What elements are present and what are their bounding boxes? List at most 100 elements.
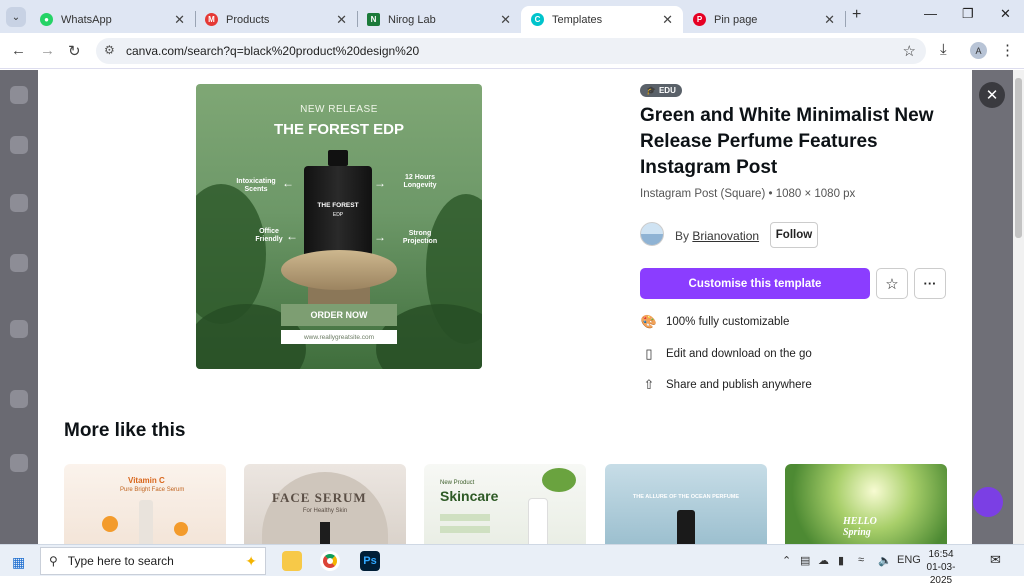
feature-row: ⇧ Share and publish anywhere (640, 377, 812, 393)
back-icon[interactable]: ← (11, 42, 26, 59)
close-tab-icon[interactable]: ✕ (500, 12, 511, 28)
dimmed-sidebar (0, 70, 38, 544)
tab-whatsapp[interactable]: ● WhatsApp ✕ (30, 6, 195, 33)
arrow-right-icon: → (374, 230, 386, 244)
chevron-up-icon[interactable]: ⌃ (782, 554, 791, 567)
star-icon[interactable]: ☆ (876, 268, 908, 299)
more-options-icon[interactable]: ··· (914, 268, 946, 299)
tab-search-button[interactable]: ⌄ (6, 7, 26, 27)
author-line: By Brianovation (675, 229, 760, 243)
tab-nirog-lab[interactable]: N Nirog Lab ✕ (357, 6, 521, 33)
browser-menu-icon[interactable]: ⋮ (1000, 41, 1015, 59)
volume-icon[interactable]: 🔈 (878, 554, 892, 567)
tab-bar: ⌄ ● WhatsApp ✕ M Products ✕ N Nirog Lab … (0, 0, 1024, 33)
reload-icon[interactable]: ↻ (68, 42, 81, 60)
cloud-icon[interactable]: ☁ (818, 554, 829, 567)
tab-pin-page[interactable]: P Pin page ✕ (683, 6, 845, 33)
download-icon[interactable]: ⤓ (940, 41, 947, 58)
tab-title: Templates (552, 13, 603, 26)
more-like-this-heading: More like this (64, 420, 186, 441)
graduation-cap-icon: 🎓 (646, 86, 656, 95)
preview-cta: ORDER NOW (281, 304, 397, 326)
profile-avatar[interactable]: A (970, 42, 987, 59)
feature-row: 🎨 100% fully customizable (640, 314, 790, 329)
bottle-label: THE FOREST (317, 202, 359, 209)
template-thumbnail[interactable]: FACE SERUM For Healthy Skin (244, 464, 406, 544)
arrow-right-icon: → (374, 176, 386, 190)
template-preview-image[interactable]: NEW RELEASE THE FOREST EDP THE FOREST ED… (196, 84, 482, 369)
address-bar[interactable]: ⚙ canva.com/search?q=black%20product%20d… (96, 38, 926, 64)
photoshop-icon[interactable]: Ps (360, 551, 380, 571)
wifi-icon[interactable]: ≈ (858, 554, 864, 566)
forward-icon[interactable]: → (40, 42, 55, 59)
scrollbar-thumb[interactable] (1015, 78, 1022, 238)
template-modal: NEW RELEASE THE FOREST EDP THE FOREST ED… (38, 70, 972, 544)
close-window-button[interactable]: ✕ (1000, 6, 1011, 22)
preview-kicker: NEW RELEASE (300, 104, 378, 115)
template-title: Green and White Minimalist New Release P… (640, 105, 934, 178)
preview-title: THE FOREST EDP (273, 121, 404, 138)
close-tab-icon[interactable]: ✕ (824, 12, 835, 28)
page-backdrop: NEW RELEASE THE FOREST EDP THE FOREST ED… (0, 70, 1024, 544)
file-explorer-icon[interactable] (282, 551, 302, 571)
podium (281, 250, 397, 290)
close-tab-icon[interactable]: ✕ (662, 12, 673, 28)
new-tab-button[interactable]: + (852, 6, 861, 24)
template-thumbnail[interactable]: Vitamin C Pure Bright Face Serum (64, 464, 226, 544)
close-tab-icon[interactable]: ✕ (336, 12, 347, 28)
nirog-lab-icon: N (367, 13, 380, 26)
tab-templates[interactable]: C Templates ✕ (521, 6, 683, 33)
bookmark-star-icon[interactable]: ☆ (903, 42, 916, 60)
sparkle-icon: ✦ (245, 552, 257, 569)
taskbar-search-text: Type here to search (67, 554, 174, 568)
close-tab-icon[interactable]: ✕ (174, 12, 185, 28)
help-button[interactable] (973, 487, 1003, 517)
preview-site: www.reallygreatsite.com (281, 330, 397, 344)
tab-title: Pin page (714, 13, 758, 26)
language-indicator[interactable]: ENG (897, 554, 921, 566)
url-text[interactable]: canva.com/search?q=black%20product%20des… (126, 44, 419, 58)
canva-icon: C (531, 13, 544, 26)
address-bar-row: ← → ↻ ⚙ canva.com/search?q=black%20produ… (0, 33, 1024, 69)
tab-title: Nirog Lab (388, 13, 436, 26)
page-scrollbar[interactable] (1013, 70, 1024, 544)
feature-row: ▯ Edit and download on the go (640, 346, 811, 362)
chrome-icon[interactable] (320, 551, 340, 571)
tab-title: Products (226, 13, 270, 26)
author-link[interactable]: Brianovation (692, 229, 759, 243)
template-thumbnail[interactable]: HELLO Spring (785, 464, 947, 544)
close-modal-button[interactable]: ✕ (979, 82, 1005, 108)
feature-text: Strong Projection (402, 230, 438, 245)
minimize-button[interactable]: — (924, 6, 937, 21)
windows-start-icon[interactable]: ▦ (12, 554, 25, 571)
site-info-icon[interactable]: ⚙ (104, 43, 115, 57)
follow-button[interactable]: Follow (770, 222, 818, 248)
clock[interactable]: 16:54 01-03-2025 (921, 548, 961, 587)
taskbar: ▦ ⚲ Type here to search ✦ Ps ⌃ ▤ ☁ ▮ ≈ 🔈… (0, 544, 1024, 586)
palette-icon: 🎨 (640, 314, 658, 329)
notification-icon[interactable]: ✉ (990, 552, 1001, 568)
perfume-bottle: THE FOREST EDP (304, 150, 372, 260)
bottle-sublabel: EDP (332, 212, 344, 218)
taskbar-search[interactable]: ⚲ Type here to search ✦ (40, 547, 266, 575)
network-icon[interactable]: ▤ (800, 554, 810, 567)
arrow-left-icon: ← (282, 176, 294, 190)
feature-text: Office Friendly (255, 228, 283, 243)
tab-title: WhatsApp (61, 13, 112, 26)
pinterest-icon: P (693, 13, 706, 26)
template-meta: Instagram Post (Square) • 1080 × 1080 px (640, 188, 856, 200)
whatsapp-icon: ● (40, 13, 53, 26)
template-thumbnail[interactable]: THE ALLURE OF THE OCEAN PERFUME (605, 464, 767, 544)
phone-icon: ▯ (645, 346, 653, 361)
author-avatar[interactable] (640, 222, 664, 246)
template-thumbnail[interactable]: New Product Skincare (424, 464, 586, 544)
tab-products[interactable]: M Products ✕ (195, 6, 357, 33)
restore-button[interactable]: ❐ (962, 6, 974, 22)
products-icon: M (205, 13, 218, 26)
battery-icon[interactable]: ▮ (838, 554, 844, 567)
edu-badge: 🎓 EDU (640, 84, 682, 97)
customise-template-button[interactable]: Customise this template (640, 268, 870, 299)
feature-text: Intoxicating Scents (236, 178, 276, 193)
arrow-left-icon: ← (286, 229, 298, 243)
search-icon: ⚲ (49, 554, 58, 568)
